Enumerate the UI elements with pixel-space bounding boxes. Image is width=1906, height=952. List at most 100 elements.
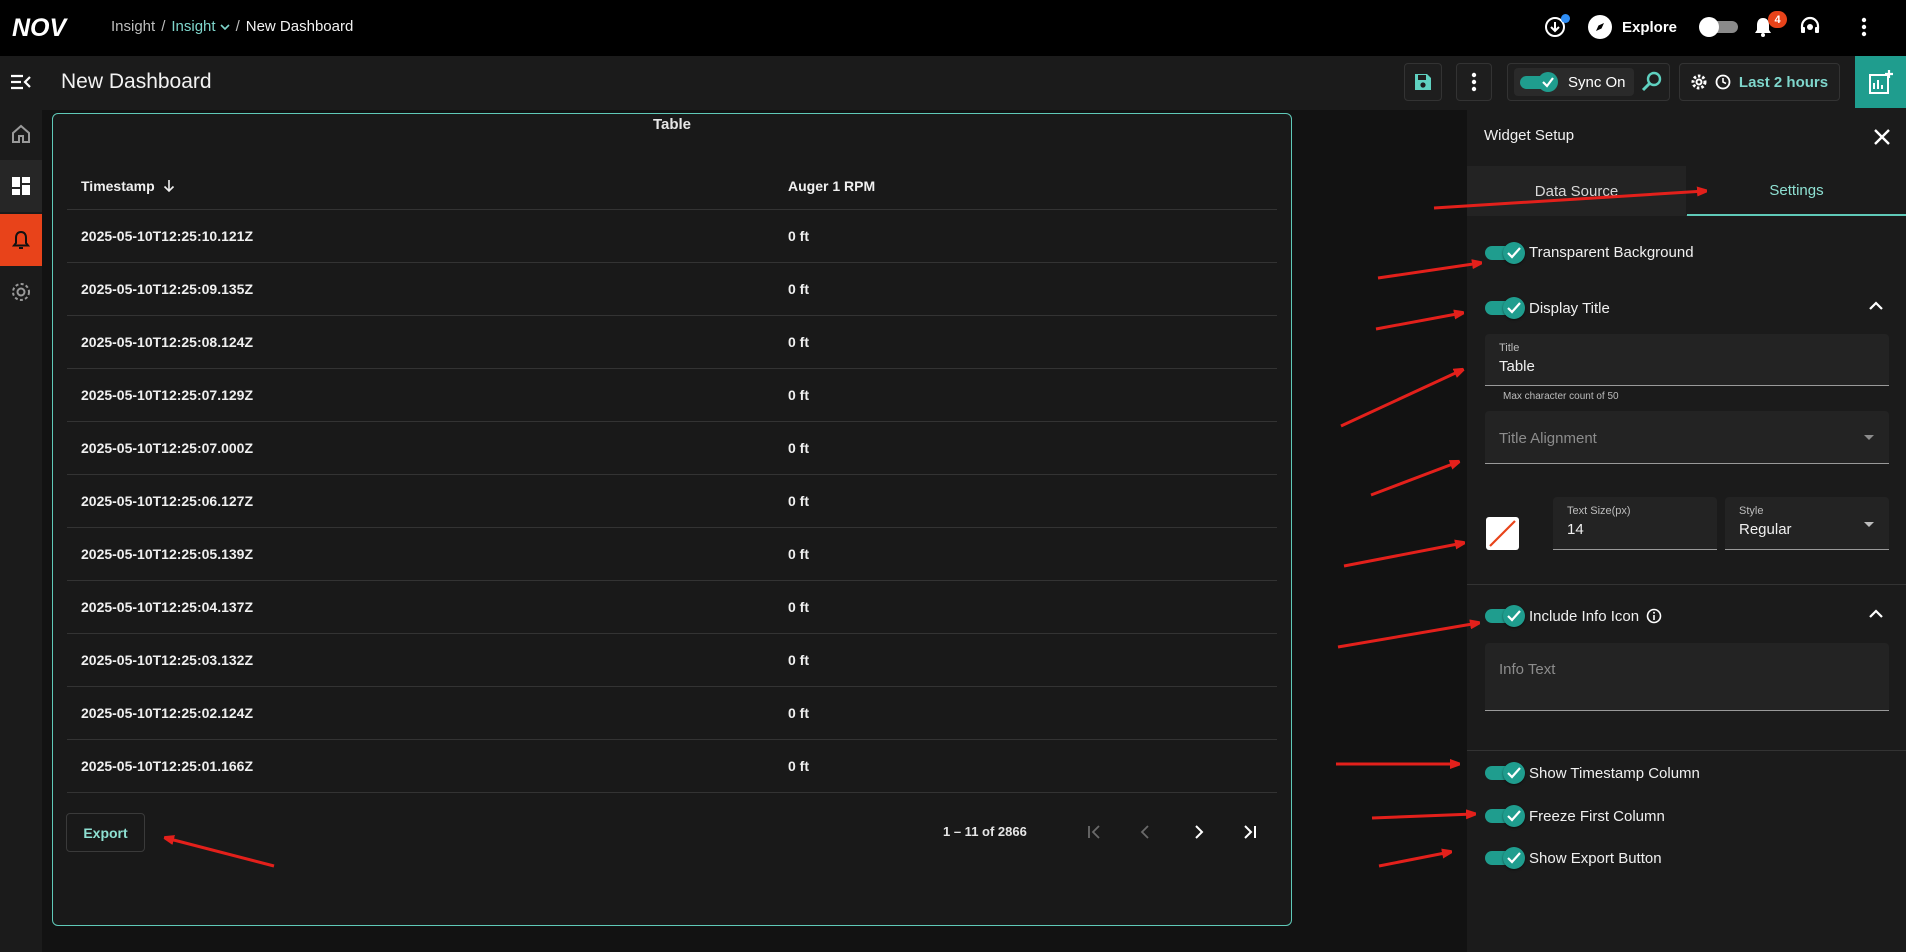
last-page-icon <box>1244 825 1256 839</box>
breadcrumb-section[interactable]: Insight <box>171 18 230 35</box>
display-title-label: Display Title <box>1529 300 1610 317</box>
cell-auger-rpm: 0 ft <box>788 387 809 403</box>
transparent-background-label: Transparent Background <box>1529 244 1694 261</box>
zoom-search-icon[interactable] <box>1640 70 1664 94</box>
no-color-icon <box>1489 520 1516 547</box>
info-text-placeholder: Info Text <box>1499 661 1556 678</box>
table-row[interactable]: 2025-05-10T12:25:04.137Z 0 ft <box>67 581 1277 634</box>
table-row[interactable]: 2025-05-10T12:25:06.127Z 0 ft <box>67 475 1277 528</box>
title-field-value: Table <box>1499 358 1535 375</box>
table-row[interactable]: 2025-05-10T12:25:07.129Z 0 ft <box>67 369 1277 422</box>
rail-collapse-button[interactable] <box>0 56 42 108</box>
table-row[interactable]: 2025-05-10T12:25:02.124Z 0 ft <box>67 687 1277 740</box>
explore-button[interactable]: Explore <box>1588 15 1677 39</box>
explore-label: Explore <box>1622 18 1678 36</box>
divider <box>1467 750 1906 751</box>
moon-icon <box>1699 17 1738 37</box>
dropdown-arrow-icon <box>1864 435 1874 440</box>
color-swatch[interactable] <box>1486 517 1519 550</box>
chevron-up-icon[interactable] <box>1868 608 1884 620</box>
dashboard-menu-button[interactable] <box>1456 63 1492 101</box>
more-vertical-icon[interactable] <box>1851 14 1877 40</box>
bell-icon <box>11 230 31 249</box>
tab-settings[interactable]: Settings <box>1687 166 1906 216</box>
rail-item-settings[interactable] <box>0 266 42 318</box>
table-row[interactable]: 2025-05-10T12:25:05.139Z 0 ft <box>67 528 1277 581</box>
prev-page-button[interactable] <box>1134 820 1158 844</box>
first-page-button[interactable] <box>1082 820 1106 844</box>
text-size-label: Text Size(px) <box>1567 505 1631 517</box>
info-text-field[interactable]: Info Text <box>1485 643 1889 711</box>
display-title-toggle[interactable] <box>1485 297 1525 319</box>
cell-timestamp: 2025-05-10T12:25:02.124Z <box>81 705 254 721</box>
text-size-field[interactable]: Text Size(px) 14 <box>1553 497 1717 550</box>
table-row[interactable]: 2025-05-10T12:25:03.132Z 0 ft <box>67 634 1277 687</box>
table-widget[interactable]: Table Timestamp Auger 1 RPM 2025-05-10T1… <box>52 113 1292 926</box>
title-field-label: Title <box>1499 342 1520 354</box>
pagination-range: 1 – 11 of 2866 <box>943 824 1027 839</box>
sync-toggle[interactable]: Sync On <box>1514 68 1634 96</box>
table-row[interactable]: 2025-05-10T12:25:07.000Z 0 ft <box>67 422 1277 475</box>
support-icon[interactable] <box>1797 14 1823 40</box>
cell-auger-rpm: 0 ft <box>788 493 809 509</box>
cell-auger-rpm: 0 ft <box>788 652 809 668</box>
next-page-button[interactable] <box>1186 820 1210 844</box>
last-page-button[interactable] <box>1238 820 1262 844</box>
title-alignment-select[interactable]: Title Alignment <box>1485 411 1889 464</box>
cell-auger-rpm: 0 ft <box>788 440 809 456</box>
table-row[interactable]: 2025-05-10T12:25:09.135Z 0 ft <box>67 263 1277 316</box>
column-header-auger-rpm[interactable]: Auger 1 RPM <box>788 178 875 194</box>
rail-item-dashboards[interactable] <box>0 160 42 212</box>
check-icon <box>1507 810 1521 822</box>
show-timestamp-column-toggle[interactable] <box>1485 762 1525 784</box>
transparent-background-toggle[interactable] <box>1485 242 1525 264</box>
text-size-value: 14 <box>1567 521 1584 538</box>
close-icon[interactable] <box>1871 126 1893 148</box>
rail-item-home[interactable] <box>0 108 42 160</box>
cell-auger-rpm: 0 ft <box>788 546 809 562</box>
tab-data-source[interactable]: Data Source <box>1467 166 1686 216</box>
column-header-timestamp[interactable]: Timestamp <box>81 178 175 194</box>
cell-auger-rpm: 0 ft <box>788 705 809 721</box>
cell-timestamp: 2025-05-10T12:25:08.124Z <box>81 334 254 350</box>
sync-label: Sync On <box>1568 73 1626 91</box>
more-vertical-icon <box>1471 72 1477 92</box>
style-value: Regular <box>1739 521 1792 538</box>
cell-timestamp: 2025-05-10T12:25:05.139Z <box>81 546 254 562</box>
freeze-first-column-toggle[interactable] <box>1485 805 1525 827</box>
style-select[interactable]: Style Regular <box>1725 497 1889 550</box>
cell-auger-rpm: 0 ft <box>788 334 809 350</box>
include-info-icon-label: Include Info Icon <box>1529 608 1640 625</box>
time-range-button[interactable]: Last 2 hours <box>1679 63 1840 101</box>
add-chart-icon <box>1868 70 1893 94</box>
export-button[interactable]: Export <box>66 813 145 852</box>
add-widget-button[interactable] <box>1855 56 1906 108</box>
rail-item-alerts[interactable] <box>0 214 42 266</box>
panel-tabs: Data Source Settings <box>1467 166 1906 216</box>
table-row[interactable]: 2025-05-10T12:25:10.121Z 0 ft <box>67 210 1277 263</box>
cell-auger-rpm: 0 ft <box>788 228 809 244</box>
chevron-up-icon[interactable] <box>1868 300 1884 312</box>
sort-arrow-down-icon <box>163 180 174 193</box>
title-field[interactable]: Title Table <box>1485 334 1889 386</box>
time-range-label: Last 2 hours <box>1738 73 1829 91</box>
panel-title: Widget Setup <box>1484 127 1575 144</box>
table-row[interactable]: 2025-05-10T12:25:08.124Z 0 ft <box>67 316 1277 369</box>
nov-logo[interactable]: NOV <box>12 14 78 40</box>
save-icon <box>1415 74 1431 90</box>
theme-toggle[interactable] <box>1697 14 1741 40</box>
check-icon <box>1507 247 1521 259</box>
include-info-icon-toggle[interactable] <box>1485 605 1525 627</box>
cell-auger-rpm: 0 ft <box>788 599 809 615</box>
home-icon <box>12 124 30 143</box>
save-button[interactable] <box>1404 63 1442 101</box>
table-row[interactable]: 2025-05-10T12:25:01.166Z 0 ft <box>67 740 1277 793</box>
cell-timestamp: 2025-05-10T12:25:03.132Z <box>81 652 254 668</box>
cell-timestamp: 2025-05-10T12:25:04.137Z <box>81 599 254 615</box>
show-export-button-toggle[interactable] <box>1485 847 1525 869</box>
check-icon <box>1507 767 1521 779</box>
breadcrumb-root[interactable]: Insight <box>111 18 155 35</box>
widget-title: Table <box>652 116 692 133</box>
first-page-icon <box>1088 825 1100 839</box>
toggle-on-icon <box>1520 72 1558 92</box>
